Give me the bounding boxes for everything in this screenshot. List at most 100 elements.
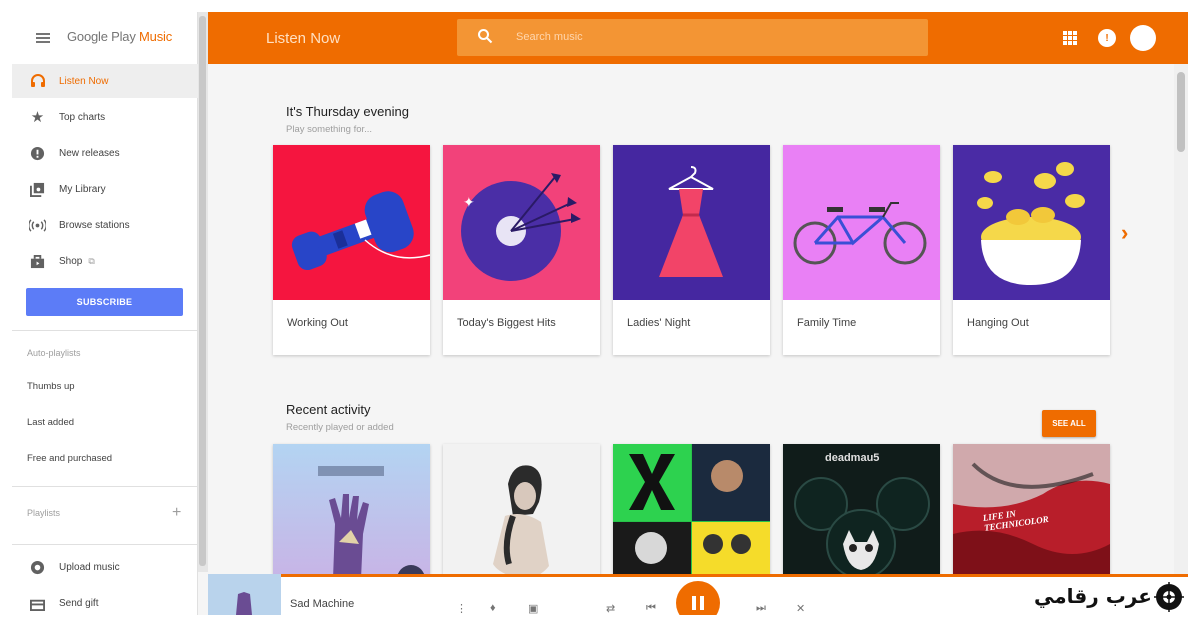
playlist-card[interactable]: Ladies' Night: [613, 145, 770, 355]
section-title: It's Thursday evening: [286, 104, 409, 119]
search-input[interactable]: Search music: [516, 31, 583, 43]
gift-icon: [29, 595, 46, 612]
sidebar-item-free-and-purchased[interactable]: Free and purchased: [27, 453, 112, 464]
playback-progress-bar[interactable]: [281, 574, 1188, 577]
previous-icon[interactable]: ⏮: [646, 602, 656, 615]
sidebar-scrollbar-thumb[interactable]: [199, 16, 206, 566]
shop-icon: [29, 253, 46, 270]
library-icon: [29, 181, 46, 198]
sidebar-item-label: Send gift: [59, 597, 99, 609]
sidebar-divider: [12, 544, 198, 545]
see-all-button[interactable]: SEE ALL: [1042, 410, 1096, 437]
playlist-card[interactable]: Hanging Out: [953, 145, 1110, 355]
card-artwork-chips-bowl: [953, 145, 1110, 300]
star-icon: ★: [30, 109, 45, 126]
section-subtitle: Recently played or added: [286, 422, 394, 433]
sidebar: Google Play Music Listen Now ★ Top chart…: [12, 12, 198, 615]
queue-icon[interactable]: ▣: [528, 602, 538, 615]
album-card[interactable]: deadmau5: [783, 444, 940, 579]
search-box[interactable]: Search music: [457, 19, 928, 56]
card-artwork-record: ✦: [443, 145, 600, 300]
album-card[interactable]: [443, 444, 600, 579]
track-title[interactable]: Sad Machine: [290, 598, 354, 610]
logo-main-text: Google Play: [67, 29, 136, 44]
target-logo-icon: [1154, 582, 1184, 612]
playlist-card[interactable]: Family Time: [783, 145, 940, 355]
playlists-heading: Playlists: [27, 508, 61, 518]
sidebar-item-send-gift[interactable]: Send gift: [12, 586, 198, 615]
sidebar-divider: [12, 330, 198, 331]
sidebar-item-new-releases[interactable]: New releases: [12, 136, 198, 170]
app-logo[interactable]: Google Play Music: [67, 29, 172, 44]
section-subtitle: Play something for...: [286, 124, 373, 135]
card-artwork-dumbbell: [273, 145, 430, 300]
avatar[interactable]: [1130, 25, 1156, 51]
card-label: Family Time: [797, 317, 857, 329]
radio-icon: [29, 217, 46, 234]
external-link-icon: ⧉: [88, 255, 95, 266]
sidebar-item-label: Top charts: [59, 111, 106, 123]
pause-icon: [700, 596, 704, 610]
app-window: Google Play Music Listen Now ★ Top chart…: [12, 12, 1188, 615]
card-artwork-tandem-bike: [783, 145, 940, 300]
sidebar-header: Google Play Music: [12, 12, 198, 64]
sidebar-item-label: New releases: [59, 147, 120, 159]
album-card[interactable]: [613, 444, 770, 579]
repeat-icon[interactable]: ⇄: [606, 602, 615, 615]
new-release-icon: [29, 145, 46, 162]
watermark: عرب رقامي: [1030, 578, 1188, 615]
playlist-card[interactable]: Working Out: [273, 145, 430, 355]
album-artwork-hand: [318, 466, 425, 579]
playlist-card[interactable]: ✦ Today's Biggest Hits: [443, 145, 600, 355]
album-card[interactable]: LIFE IN TECHNICOLOR: [953, 444, 1110, 579]
menu-icon[interactable]: [36, 33, 50, 43]
shop-label-text: Shop: [59, 255, 83, 267]
more-options-icon[interactable]: ⋮: [456, 602, 467, 615]
pause-button[interactable]: [676, 581, 720, 615]
album-artwork-portrait: [493, 465, 549, 579]
sidebar-divider: [12, 486, 198, 487]
top-bar: Listen Now Search music !: [208, 12, 1188, 64]
sidebar-item-label: My Library: [59, 183, 106, 195]
apps-grid-icon[interactable]: [1063, 31, 1077, 45]
sidebar-item-browse-stations[interactable]: Browse stations: [12, 208, 198, 242]
album-title-text: deadmau5: [825, 452, 880, 464]
upload-icon: [29, 559, 46, 576]
album-card[interactable]: [273, 444, 430, 579]
logo-accent-text: Music: [139, 29, 172, 44]
thumbs-icon[interactable]: ♦: [490, 602, 496, 614]
sidebar-item-my-library[interactable]: My Library: [12, 172, 198, 206]
sidebar-item-label: Browse stations: [59, 219, 130, 231]
auto-playlists-heading: Auto-playlists: [27, 348, 81, 358]
section-title: Recent activity: [286, 402, 371, 417]
shuffle-icon[interactable]: ✕: [796, 602, 805, 615]
headphones-icon: [29, 73, 46, 90]
sidebar-item-last-added[interactable]: Last added: [27, 417, 74, 428]
card-label: Today's Biggest Hits: [457, 317, 556, 329]
card-label: Working Out: [287, 317, 348, 329]
card-label: Ladies' Night: [627, 317, 691, 329]
sidebar-item-shop[interactable]: Shop ⧉: [12, 244, 198, 278]
card-artwork-dress: [613, 145, 770, 300]
svg-text:✦: ✦: [463, 195, 475, 211]
album-artwork-x: [613, 444, 770, 579]
sidebar-item-listen-now[interactable]: Listen Now: [12, 64, 198, 98]
album-artwork-mau5head: [794, 477, 930, 579]
next-icon[interactable]: ⏭: [756, 602, 766, 615]
page-title: Listen Now: [266, 30, 341, 47]
sidebar-item-thumbs-up[interactable]: Thumbs up: [27, 381, 75, 392]
notifications-icon[interactable]: !: [1098, 29, 1116, 47]
sidebar-item-upload-music[interactable]: Upload music: [12, 550, 198, 584]
sidebar-item-label: Listen Now: [59, 75, 109, 87]
watermark-text: عرب رقامي: [1034, 584, 1152, 608]
main-content: It's Thursday evening Play something for…: [208, 64, 1174, 579]
sidebar-item-top-charts[interactable]: ★ Top charts: [12, 100, 198, 134]
card-label: Hanging Out: [967, 317, 1029, 329]
main-scrollbar-thumb[interactable]: [1177, 72, 1185, 152]
add-playlist-icon[interactable]: +: [172, 504, 181, 522]
chevron-right-icon[interactable]: ›: [1121, 220, 1128, 246]
subscribe-button[interactable]: SUBSCRIBE: [26, 288, 183, 316]
search-icon: [478, 29, 493, 44]
sidebar-item-label: Shop ⧉: [59, 256, 95, 267]
now-playing-artwork[interactable]: [208, 574, 281, 615]
